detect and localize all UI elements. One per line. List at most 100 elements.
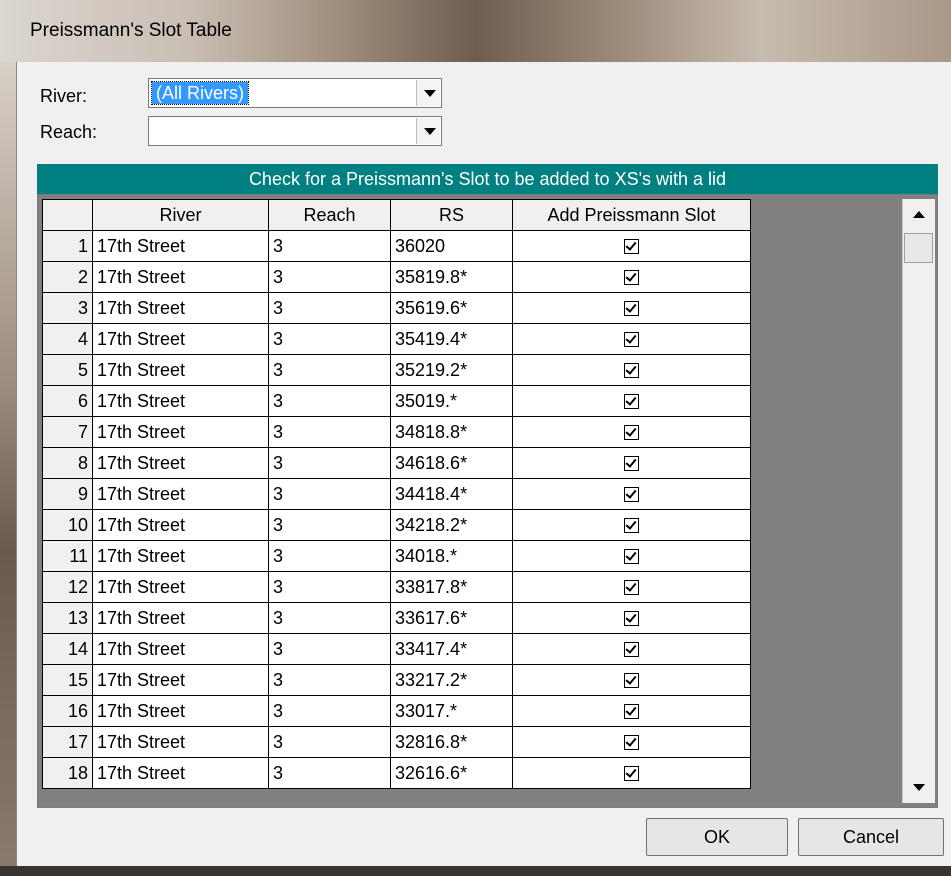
cell-river[interactable]: 17th Street: [92, 757, 269, 789]
cell-rs[interactable]: 32816.8*: [390, 726, 513, 758]
cell-add-slot[interactable]: [512, 323, 751, 355]
row-number[interactable]: 17: [42, 726, 93, 758]
add-slot-checkbox[interactable]: [624, 394, 639, 410]
cell-add-slot[interactable]: [512, 447, 751, 479]
row-number[interactable]: 3: [42, 292, 93, 324]
row-number[interactable]: 10: [42, 509, 93, 541]
cell-add-slot[interactable]: [512, 385, 751, 417]
cell-reach[interactable]: 3: [268, 292, 391, 324]
cell-add-slot[interactable]: [512, 726, 751, 758]
add-slot-checkbox[interactable]: [624, 518, 639, 534]
cell-river[interactable]: 17th Street: [92, 354, 269, 386]
cell-reach[interactable]: 3: [268, 602, 391, 634]
row-number[interactable]: 7: [42, 416, 93, 448]
cell-reach[interactable]: 3: [268, 230, 391, 262]
row-number[interactable]: 6: [42, 385, 93, 417]
cell-river[interactable]: 17th Street: [92, 447, 269, 479]
add-slot-checkbox[interactable]: [624, 642, 639, 658]
cell-rs[interactable]: 33817.8*: [390, 571, 513, 603]
add-slot-checkbox[interactable]: [624, 611, 639, 627]
cell-river[interactable]: 17th Street: [92, 664, 269, 696]
cell-reach[interactable]: 3: [268, 540, 391, 572]
cell-river[interactable]: 17th Street: [92, 230, 269, 262]
cell-reach[interactable]: 3: [268, 633, 391, 665]
cell-rs[interactable]: 35019.*: [390, 385, 513, 417]
cell-river[interactable]: 17th Street: [92, 633, 269, 665]
cell-reach[interactable]: 3: [268, 416, 391, 448]
cell-add-slot[interactable]: [512, 478, 751, 510]
cell-rs[interactable]: 34818.8*: [390, 416, 513, 448]
cell-add-slot[interactable]: [512, 695, 751, 727]
row-number[interactable]: 16: [42, 695, 93, 727]
cell-rs[interactable]: 35619.6*: [390, 292, 513, 324]
cell-river[interactable]: 17th Street: [92, 571, 269, 603]
river-dropdown[interactable]: (All Rivers): [148, 78, 442, 108]
cell-rs[interactable]: 34418.4*: [390, 478, 513, 510]
reach-dropdown[interactable]: [148, 116, 442, 146]
cell-add-slot[interactable]: [512, 509, 751, 541]
add-slot-checkbox[interactable]: [624, 487, 639, 503]
add-slot-checkbox[interactable]: [624, 549, 639, 565]
cell-river[interactable]: 17th Street: [92, 416, 269, 448]
add-slot-checkbox[interactable]: [624, 301, 639, 317]
header-reach[interactable]: Reach: [268, 199, 391, 231]
cell-rs[interactable]: 33017.*: [390, 695, 513, 727]
cell-rs[interactable]: 33217.2*: [390, 664, 513, 696]
cell-add-slot[interactable]: [512, 571, 751, 603]
cell-reach[interactable]: 3: [268, 478, 391, 510]
add-slot-checkbox[interactable]: [624, 735, 639, 751]
cell-river[interactable]: 17th Street: [92, 540, 269, 572]
cell-reach[interactable]: 3: [268, 757, 391, 789]
row-number[interactable]: 9: [42, 478, 93, 510]
header-rs[interactable]: RS: [390, 199, 513, 231]
cell-reach[interactable]: 3: [268, 509, 391, 541]
header-river[interactable]: River: [92, 199, 269, 231]
cell-reach[interactable]: 3: [268, 695, 391, 727]
cell-reach[interactable]: 3: [268, 664, 391, 696]
river-dropdown-button[interactable]: [416, 80, 440, 106]
cell-reach[interactable]: 3: [268, 323, 391, 355]
cell-rs[interactable]: 34018.*: [390, 540, 513, 572]
add-slot-checkbox[interactable]: [624, 363, 639, 379]
cell-river[interactable]: 17th Street: [92, 385, 269, 417]
scroll-up-button[interactable]: [904, 199, 934, 231]
cell-rs[interactable]: 36020: [390, 230, 513, 262]
cell-river[interactable]: 17th Street: [92, 292, 269, 324]
cell-add-slot[interactable]: [512, 230, 751, 262]
cell-add-slot[interactable]: [512, 757, 751, 789]
title-bar[interactable]: Preissmann's Slot Table: [0, 0, 951, 62]
header-add-slot[interactable]: Add Preissmann Slot: [512, 199, 751, 231]
cell-rs[interactable]: 33617.6*: [390, 602, 513, 634]
cell-river[interactable]: 17th Street: [92, 261, 269, 293]
cell-rs[interactable]: 35419.4*: [390, 323, 513, 355]
row-number[interactable]: 11: [42, 540, 93, 572]
row-number[interactable]: 13: [42, 602, 93, 634]
row-number[interactable]: 15: [42, 664, 93, 696]
scroll-down-button[interactable]: [904, 771, 934, 803]
cell-reach[interactable]: 3: [268, 726, 391, 758]
cell-add-slot[interactable]: [512, 664, 751, 696]
cell-add-slot[interactable]: [512, 354, 751, 386]
cell-add-slot[interactable]: [512, 416, 751, 448]
cell-rs[interactable]: 35219.2*: [390, 354, 513, 386]
cell-reach[interactable]: 3: [268, 261, 391, 293]
reach-dropdown-button[interactable]: [416, 118, 440, 144]
row-number[interactable]: 2: [42, 261, 93, 293]
cell-river[interactable]: 17th Street: [92, 323, 269, 355]
add-slot-checkbox[interactable]: [624, 425, 639, 441]
cell-add-slot[interactable]: [512, 602, 751, 634]
cell-rs[interactable]: 34618.6*: [390, 447, 513, 479]
cell-rs[interactable]: 33417.4*: [390, 633, 513, 665]
cell-river[interactable]: 17th Street: [92, 602, 269, 634]
cell-river[interactable]: 17th Street: [92, 726, 269, 758]
add-slot-checkbox[interactable]: [624, 580, 639, 596]
row-number[interactable]: 4: [42, 323, 93, 355]
cell-river[interactable]: 17th Street: [92, 509, 269, 541]
add-slot-checkbox[interactable]: [624, 704, 639, 720]
add-slot-checkbox[interactable]: [624, 766, 639, 782]
cell-add-slot[interactable]: [512, 292, 751, 324]
cell-rs[interactable]: 32616.6*: [390, 757, 513, 789]
add-slot-checkbox[interactable]: [624, 332, 639, 348]
add-slot-checkbox[interactable]: [624, 270, 639, 286]
cell-river[interactable]: 17th Street: [92, 478, 269, 510]
